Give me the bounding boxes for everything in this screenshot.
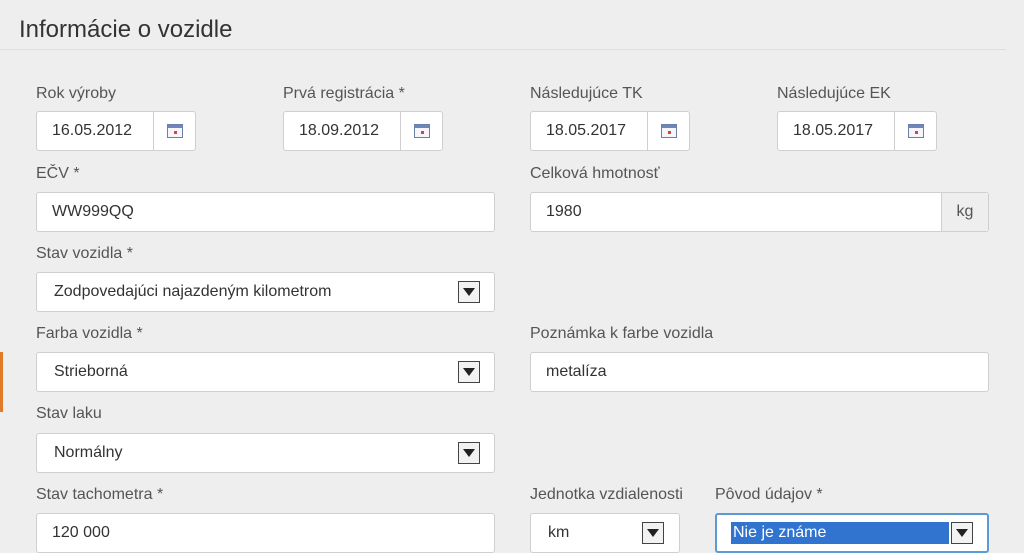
stav-tachometra-label: Stav tachometra * bbox=[36, 486, 164, 503]
celkova-hmotnost-value: 1980 bbox=[546, 203, 582, 220]
stav-tachometra-input[interactable]: 120 000 bbox=[36, 513, 495, 553]
farba-vozidla-select[interactable]: Strieborná bbox=[36, 352, 495, 392]
rok-vyroby-date-picker-button[interactable] bbox=[153, 112, 195, 150]
section-divider bbox=[0, 49, 1006, 50]
rok-vyroby-value: 16.05.2012 bbox=[52, 122, 133, 139]
poznamka-farba-label: Poznámka k farbe vozidla bbox=[530, 325, 714, 342]
povod-udajov-label: Pôvod údajov * bbox=[715, 486, 823, 503]
stav-vozidla-select[interactable]: Zodpovedajúci najazdeným kilometrom bbox=[36, 272, 495, 312]
ecv-value: WW999QQ bbox=[52, 203, 134, 220]
chevron-down-icon[interactable] bbox=[458, 281, 480, 303]
stav-tachometra-value: 120 000 bbox=[52, 524, 110, 541]
poznamka-farba-value: metalíza bbox=[546, 363, 607, 380]
calendar-icon bbox=[660, 124, 677, 138]
jednotka-vzdialenosti-select[interactable]: km bbox=[530, 513, 680, 553]
povod-udajov-select[interactable]: Nie je známe bbox=[715, 513, 989, 553]
section-title: Informácie o vozidle bbox=[19, 16, 233, 43]
calendar-icon bbox=[166, 124, 183, 138]
celkova-hmotnost-unit: kg bbox=[941, 193, 988, 231]
prva-registracia-field[interactable]: 18.09.2012 bbox=[283, 111, 443, 151]
rok-vyroby-field[interactable]: 16.05.2012 bbox=[36, 111, 196, 151]
stav-laku-label: Stav laku bbox=[36, 405, 102, 422]
povod-udajov-selection: Nie je známe bbox=[731, 522, 949, 544]
prva-registracia-value: 18.09.2012 bbox=[299, 122, 380, 139]
nasledujuce-ek-date-picker-button[interactable] bbox=[894, 112, 936, 150]
chevron-down-icon[interactable] bbox=[642, 522, 664, 544]
celkova-hmotnost-label: Celková hmotnosť bbox=[530, 165, 660, 182]
nasledujuce-tk-value: 18.05.2017 bbox=[546, 122, 627, 139]
chevron-down-icon[interactable] bbox=[458, 442, 480, 464]
prva-registracia-label: Prvá registrácia * bbox=[283, 85, 405, 102]
calendar-icon bbox=[907, 124, 924, 138]
left-accent-bar bbox=[0, 352, 3, 412]
stav-vozidla-value: Zodpovedajúci najazdeným kilometrom bbox=[54, 283, 332, 300]
nasledujuce-ek-field[interactable]: 18.05.2017 bbox=[777, 111, 937, 151]
stav-laku-value: Normálny bbox=[54, 444, 123, 461]
nasledujuce-tk-label: Následujúce TK bbox=[530, 85, 643, 102]
jednotka-vzdialenosti-label: Jednotka vzdialenosti bbox=[530, 486, 683, 503]
nasledujuce-tk-date-picker-button[interactable] bbox=[647, 112, 689, 150]
nasledujuce-ek-value: 18.05.2017 bbox=[793, 122, 874, 139]
chevron-down-icon[interactable] bbox=[951, 522, 973, 544]
poznamka-farba-input[interactable]: metalíza bbox=[530, 352, 989, 392]
ecv-label: EČV * bbox=[36, 165, 80, 182]
stav-laku-select[interactable]: Normálny bbox=[36, 433, 495, 473]
povod-udajov-value: Nie je známe bbox=[733, 524, 827, 541]
rok-vyroby-label: Rok výroby bbox=[36, 85, 117, 102]
nasledujuce-ek-label: Následujúce EK bbox=[777, 85, 891, 102]
stav-vozidla-label: Stav vozidla * bbox=[36, 245, 133, 262]
calendar-icon bbox=[413, 124, 430, 138]
farba-vozidla-label: Farba vozidla * bbox=[36, 325, 143, 342]
jednotka-vzdialenosti-value: km bbox=[548, 524, 570, 541]
nasledujuce-tk-field[interactable]: 18.05.2017 bbox=[530, 111, 690, 151]
prva-registracia-date-picker-button[interactable] bbox=[400, 112, 442, 150]
celkova-hmotnost-input[interactable]: 1980 kg bbox=[530, 192, 989, 232]
chevron-down-icon[interactable] bbox=[458, 361, 480, 383]
farba-vozidla-value: Strieborná bbox=[54, 363, 128, 380]
ecv-input[interactable]: WW999QQ bbox=[36, 192, 495, 232]
